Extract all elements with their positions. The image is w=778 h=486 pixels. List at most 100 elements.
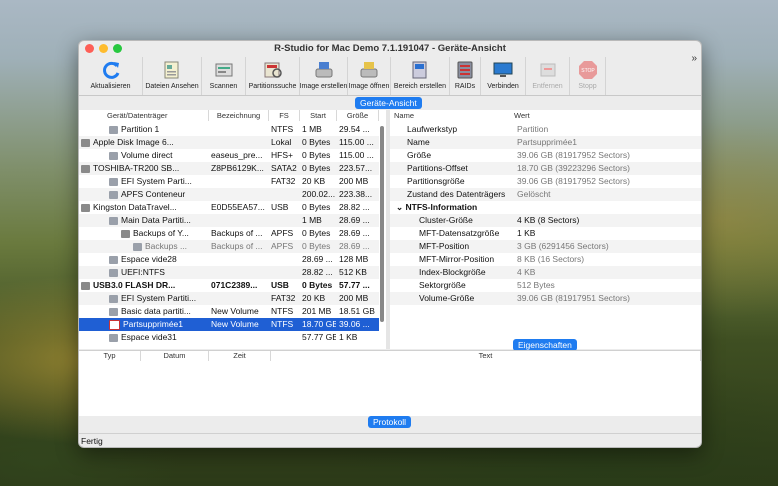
device-column-header[interactable]: FS — [269, 110, 300, 121]
toolbar-button-open-image[interactable]: Image öffnen — [348, 57, 391, 95]
device-column-header[interactable]: Gerät/Datenträger — [79, 110, 209, 121]
toolbar-button-refresh[interactable]: Aktualisieren — [79, 57, 143, 95]
log-column-header[interactable]: Zeit — [209, 351, 271, 361]
device-start: 0 Bytes — [302, 241, 331, 251]
device-size: 115.00 ... — [339, 150, 374, 160]
device-name: Kingston DataTravel... — [81, 201, 209, 214]
property-row[interactable]: MFT-Datensatzgröße 1 KB — [390, 227, 701, 240]
property-name: ⌄ NTFS-Information — [396, 202, 478, 212]
device-label — [211, 123, 268, 136]
property-row[interactable]: MFT-Position 3 GB (6291456 Sectors) — [390, 240, 701, 253]
device-tree-row[interactable]: Partsupprimée1 New Volume NTFS 18.70 GB 39.0… — [79, 318, 379, 331]
properties-column-header[interactable]: Name — [394, 110, 414, 121]
device-tree-row[interactable]: Backups of Y... Backups of ... APFS 0 Bytes… — [79, 227, 379, 240]
device-name: USB3.0 FLASH DR... — [81, 279, 209, 292]
device-name: Espace vide28 — [109, 253, 209, 266]
property-row[interactable]: Volume-Größe 39.06 GB (81917951 Sectors) — [390, 292, 701, 305]
property-name: Partitionsgröße — [407, 176, 465, 186]
remove-icon — [537, 59, 559, 81]
device-tree-row[interactable]: EFI System Parti... FAT32 20 KB 200 MB — [79, 175, 379, 188]
device-tree-row[interactable]: Basic data partiti... New Volume NTFS 201 M… — [79, 305, 379, 318]
device-tree-row[interactable]: APFS Conteneur 200.02... 223.38... — [79, 188, 379, 201]
scan-icon — [213, 59, 235, 81]
device-tree-row[interactable]: UEFI:NTFS 28.82 ... 512 KB — [79, 266, 379, 279]
property-row[interactable]: Index-Blockgröße 4 KB — [390, 266, 701, 279]
property-row[interactable]: Cluster-Größe 4 KB (8 Sectors) — [390, 214, 701, 227]
property-value: 1 KB — [517, 228, 536, 238]
property-row[interactable]: Sektorgröße 512 Bytes — [390, 279, 701, 292]
property-name: MFT-Datensatzgröße — [419, 228, 500, 238]
property-row[interactable]: Laufwerkstyp Partition — [390, 123, 701, 136]
raid-icon — [454, 59, 476, 81]
property-group-row[interactable]: ⌄ NTFS-Information — [390, 201, 701, 214]
zoom-window-button[interactable] — [113, 44, 122, 53]
minimize-window-button[interactable] — [99, 44, 108, 53]
device-tree-row[interactable]: EFI System Partiti... FAT32 20 KB 200 MB — [79, 292, 379, 305]
drive-icon — [81, 138, 90, 147]
drive-icon — [109, 177, 118, 186]
toolbar-button-files[interactable]: Dateien Ansehen — [143, 57, 202, 95]
toolbar-overflow-icon[interactable]: » — [691, 53, 697, 64]
toolbar-button-create-region[interactable]: Bereich erstellen — [391, 57, 450, 95]
device-start: 28.82 ... — [302, 267, 333, 277]
toolbar-button-create-image[interactable]: Image erstellen — [300, 57, 348, 95]
device-tree-row[interactable]: Espace vide31 57.77 GB 1 KB — [79, 331, 379, 344]
device-name: EFI System Parti... — [109, 175, 209, 188]
property-row[interactable]: Partitions-Offset 18.70 GB (39223296 Sect… — [390, 162, 701, 175]
device-tree-row[interactable]: Apple Disk Image 6... Lokal 0 Bytes 115.00 … — [79, 136, 379, 149]
device-fs — [271, 331, 299, 344]
device-size: 28.69 ... — [339, 241, 370, 251]
toolbar-button-scan[interactable]: Scannen — [202, 57, 246, 95]
property-value: 8 KB (16 Sectors) — [517, 254, 585, 264]
device-name: UEFI:NTFS — [109, 266, 209, 279]
device-tree-row[interactable]: Kingston DataTravel... E0D55EA57... USB 0 B… — [79, 201, 379, 214]
device-tree-row[interactable]: TOSHIBA-TR200 SB... Z8PB6129K... SATA2 0 By… — [79, 162, 379, 175]
device-start: 1 MB — [302, 215, 322, 225]
device-start: 18.70 GB — [302, 319, 336, 329]
device-label: New Volume — [211, 306, 259, 316]
window-title: R-Studio for Mac Demo 7.1.191047 - Gerät… — [274, 43, 506, 54]
log-column-header[interactable]: Typ — [79, 351, 141, 361]
device-tree-row[interactable]: Backups ... Backups of ... APFS 0 Bytes 28.6… — [79, 240, 379, 253]
toolbar-button-partition-search[interactable]: Partitionssuche — [246, 57, 300, 95]
device-start: 20 KB — [302, 293, 326, 303]
device-tree-scrollbar[interactable] — [380, 126, 384, 322]
device-fs: SATA2 — [271, 163, 297, 173]
device-tree-row[interactable]: Main Data Partiti... 1 MB 28.69 ... — [79, 214, 379, 227]
toolbar-button-raid[interactable]: RAIDs — [450, 57, 481, 95]
app-window: R-Studio for Mac Demo 7.1.191047 - Gerät… — [78, 40, 702, 448]
property-row[interactable]: MFT-Mirror-Position 8 KB (16 Sectors) — [390, 253, 701, 266]
properties-column-header[interactable]: Wert — [514, 110, 530, 121]
device-start: 0 Bytes — [302, 137, 331, 147]
property-row[interactable]: Partitionsgröße 39.06 GB (81917952 Sector… — [390, 175, 701, 188]
device-start: 0 Bytes — [302, 280, 333, 290]
property-row[interactable]: Größe 39.06 GB (81917952 Sectors) — [390, 149, 701, 162]
property-row[interactable]: Zustand des Datenträgers Gelöscht — [390, 188, 701, 201]
device-fs — [271, 188, 299, 201]
tab-device-view[interactable]: Geräte-Ansicht — [355, 97, 422, 109]
properties-panel: Name Wert Laufwerkstyp Partition Name Partsup… — [390, 110, 701, 349]
device-fs — [271, 214, 299, 227]
device-column-header[interactable]: Start — [300, 110, 337, 121]
device-label — [211, 136, 268, 149]
toolbar-button-label: Image erstellen — [299, 83, 348, 90]
toolbar-button-label: Image öffnen — [348, 83, 390, 90]
log-column-header[interactable]: Datum — [141, 351, 209, 361]
tab-log[interactable]: Protokoll — [368, 416, 412, 428]
device-tree-row[interactable]: Partition 1 NTFS 1 MB 29.54 ... — [79, 123, 379, 136]
close-window-button[interactable] — [85, 44, 94, 53]
drive-icon — [109, 307, 118, 316]
device-column-header[interactable]: Bezeichnung — [209, 110, 269, 121]
files-icon — [161, 59, 183, 81]
toolbar-button-label: Partitionssuche — [248, 83, 297, 90]
device-fs: Lokal — [271, 137, 292, 147]
log-tab-bar: Protokoll — [79, 415, 701, 429]
device-tree-row[interactable]: USB3.0 FLASH DR... 071C2389... USB 0 Bytes 5… — [79, 279, 379, 292]
toolbar-button-connect[interactable]: Verbinden — [481, 57, 526, 95]
device-tree-row[interactable]: Volume direct easeus_pre... HFS+ 0 Bytes 115… — [79, 149, 379, 162]
property-row[interactable]: Name Partsupprimée1 — [390, 136, 701, 149]
device-column-header[interactable]: Größe — [337, 110, 379, 121]
device-tree-row[interactable]: Espace vide28 28.69 ... 128 MB — [79, 253, 379, 266]
log-column-header[interactable]: Text — [271, 351, 701, 361]
property-name: Partitions-Offset — [407, 163, 468, 173]
